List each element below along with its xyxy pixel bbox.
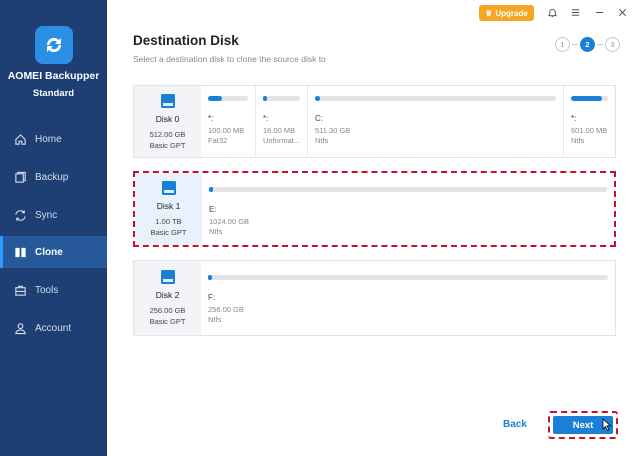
sidebar-item-sync[interactable]: Sync: [0, 199, 107, 231]
sync-icon: [13, 208, 27, 222]
notification-bell-icon[interactable]: [546, 6, 559, 19]
disk-icon: [160, 270, 175, 284]
partition-usage-bar: [263, 96, 267, 101]
mouse-cursor-icon: [602, 418, 612, 432]
partition[interactable]: *: 16.00 MB Unformat...: [255, 86, 307, 157]
disk-name: Disk 1: [156, 201, 181, 211]
sidebar-item-clone[interactable]: Clone: [0, 236, 107, 268]
sidebar: AOMEI Backupper Standard Home Backup Syn…: [0, 0, 107, 456]
partition-usage-bar: [208, 96, 222, 101]
app-edition: Standard: [32, 88, 75, 99]
upgrade-button[interactable]: ♕ Upgrade: [479, 5, 534, 21]
backup-icon: [13, 170, 27, 184]
partition-usage-bar: [209, 187, 213, 192]
disk-type: Basic GPT: [150, 228, 187, 237]
upgrade-label: Upgrade: [495, 8, 528, 18]
disk-info: Disk 1 1.00 TB Basic GPT: [135, 173, 202, 245]
disk-card-2[interactable]: Disk 2 256.00 GB Basic GPT F: 256.00 GB …: [133, 260, 616, 336]
sidebar-item-label: Backup: [35, 171, 69, 183]
sidebar-item-label: Clone: [35, 246, 63, 258]
home-icon: [13, 132, 27, 146]
disk-card-1[interactable]: Disk 1 1.00 TB Basic GPT E: 1024.00 GB N…: [133, 171, 616, 247]
partition-usage-bar: [208, 275, 212, 280]
app-logo-icon: [35, 26, 73, 64]
disk-type: Basic GPT: [149, 317, 186, 326]
sidebar-item-label: Account: [35, 322, 72, 334]
disk-size: 256.00 GB: [149, 306, 186, 315]
account-icon: [13, 321, 27, 335]
disk-info: Disk 2 256.00 GB Basic GPT: [134, 261, 201, 335]
page-subtitle: Select a destination disk to clone the s…: [133, 54, 326, 64]
sidebar-item-tools[interactable]: Tools: [0, 274, 107, 306]
step-1: 1: [555, 37, 570, 52]
sidebar-item-account[interactable]: Account: [0, 312, 107, 344]
partition[interactable]: F: 256.00 GB Ntfs: [201, 261, 615, 335]
close-icon[interactable]: [616, 6, 629, 19]
tools-icon: [13, 283, 27, 297]
sidebar-item-backup[interactable]: Backup: [0, 161, 107, 193]
sidebar-item-label: Tools: [35, 284, 59, 296]
menu-icon[interactable]: [569, 6, 582, 19]
disk-size: 512.00 GB: [149, 129, 186, 139]
partition[interactable]: *: 601.00 MB Ntfs: [563, 86, 615, 157]
sidebar-item-home[interactable]: Home: [0, 123, 107, 155]
disk-type: Basic GPT: [149, 140, 186, 150]
step-2: 2: [580, 37, 595, 52]
partition[interactable]: E: 1024.00 GB Ntfs: [202, 173, 614, 245]
back-button[interactable]: Back: [503, 419, 527, 430]
clone-icon: [13, 245, 27, 259]
page-title: Destination Disk: [133, 33, 239, 48]
disk-card-0[interactable]: Disk 0 512.00 GB Basic GPT *: 100.00 MB …: [133, 85, 616, 158]
step-3: 3: [605, 37, 620, 52]
disk-icon: [160, 93, 175, 108]
sidebar-item-label: Sync: [35, 209, 58, 221]
disk-info: Disk 0 512.00 GB Basic GPT: [134, 86, 201, 157]
disk-size: 1.00 TB: [155, 217, 182, 226]
crown-icon: ♕: [485, 8, 493, 18]
sidebar-item-label: Home: [35, 133, 62, 145]
partition[interactable]: C: 511.30 GB Ntfs: [307, 86, 563, 157]
disk-name: Disk 2: [155, 290, 180, 300]
partition-usage-bar: [315, 96, 320, 101]
disk-name: Disk 0: [155, 113, 180, 124]
disk-icon: [161, 181, 176, 195]
partition[interactable]: *: 100.00 MB Fat32: [201, 86, 255, 157]
partition-usage-bar: [571, 96, 603, 101]
minimize-icon[interactable]: [593, 6, 606, 19]
app-name: AOMEI Backupper: [7, 70, 100, 82]
step-indicator: 1 2 3: [555, 37, 620, 52]
